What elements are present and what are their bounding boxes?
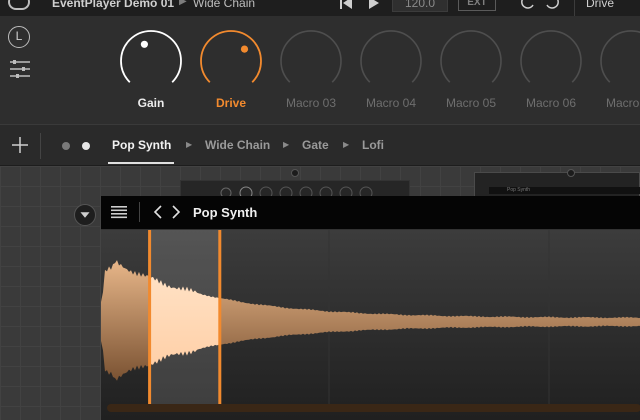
breadcrumb-chain[interactable]: Wide Chain xyxy=(193,0,255,10)
macro-knob-7[interactable]: Macro 07 xyxy=(598,30,640,114)
connector-node[interactable] xyxy=(290,168,300,178)
macro-knob-label: Macro 05 xyxy=(445,96,497,110)
mode-icon[interactable]: L xyxy=(8,26,30,48)
chain-bar: Pop Synth ▶ Wide Chain ▶ Gate ▶ Lofi xyxy=(0,124,640,166)
project-title[interactable]: EventPlayer Demo 01 xyxy=(52,0,174,10)
breadcrumb-arrow-icon: ▶ xyxy=(179,0,187,7)
selected-param-label[interactable]: Drive xyxy=(586,0,614,10)
macro-knob-label: Macro 07 xyxy=(605,96,640,110)
add-device-icon[interactable] xyxy=(10,135,30,155)
chain-item-pop-synth[interactable]: Pop Synth xyxy=(112,138,171,152)
macro-knob-4[interactable]: Macro 04 xyxy=(358,30,424,114)
ext-sync-button[interactable]: EXT xyxy=(458,0,496,11)
macro-knob-label: Macro 06 xyxy=(525,96,577,110)
app-window: EventPlayer Demo 01 ▶ Wide Chain 120.0 E… xyxy=(0,0,640,420)
chevron-left-icon[interactable] xyxy=(153,204,163,220)
sliders-icon[interactable] xyxy=(8,58,32,80)
macro-knob-3[interactable]: Macro 03 xyxy=(278,30,344,114)
header-divider xyxy=(139,202,140,222)
connector-node[interactable] xyxy=(566,168,576,178)
ghost-window-title: Pop Synth xyxy=(507,187,531,193)
logo-icon xyxy=(8,0,30,10)
chain-divider xyxy=(40,133,41,159)
macro-knob-label: Macro 04 xyxy=(365,96,417,110)
chain-item-wide-chain[interactable]: Wide Chain xyxy=(205,138,270,152)
redo-icon[interactable] xyxy=(544,0,560,10)
macro-knob-2[interactable]: Drive xyxy=(198,30,264,114)
device-title: Pop Synth xyxy=(193,205,258,220)
tempo-field[interactable]: 120.0 xyxy=(392,0,448,12)
chain-arrow-icon: ▶ xyxy=(283,140,290,149)
macro-knob-5[interactable]: Macro 05 xyxy=(438,30,504,114)
menu-icon[interactable] xyxy=(111,205,127,219)
device-header: Pop Synth xyxy=(101,196,640,230)
chevron-right-icon[interactable] xyxy=(171,204,181,220)
macro-knob-label: Drive xyxy=(215,96,247,110)
selection-start-handle[interactable] xyxy=(148,230,152,410)
undo-icon[interactable] xyxy=(520,0,536,10)
collapse-icon[interactable] xyxy=(74,204,96,226)
chain-item-lofi[interactable]: Lofi xyxy=(362,138,384,152)
selection-end-handle[interactable] xyxy=(218,230,222,410)
skip-back-icon[interactable] xyxy=(340,0,352,10)
chain-selected-underline xyxy=(108,162,174,164)
device-panel: Pop Synth xyxy=(100,196,640,420)
top-bar: EventPlayer Demo 01 ▶ Wide Chain 120.0 E… xyxy=(0,0,640,16)
horizontal-scrollbar[interactable] xyxy=(107,404,640,412)
macro-knob-label: Gain xyxy=(137,96,165,110)
chain-dot-inactive[interactable] xyxy=(62,142,70,150)
macro-knob-1[interactable]: Gain xyxy=(118,30,184,114)
macro-bar: L Gain Drive Macro 03 Macro 04 Macro 05 Macro… xyxy=(0,16,640,124)
macro-knob-6[interactable]: Macro 06 xyxy=(518,30,584,114)
chain-arrow-icon: ▶ xyxy=(186,140,193,149)
top-divider xyxy=(574,0,575,16)
play-icon[interactable] xyxy=(368,0,380,10)
chain-dot-active[interactable] xyxy=(82,142,90,150)
waveform-display[interactable] xyxy=(101,230,640,420)
chain-arrow-icon: ▶ xyxy=(343,140,350,149)
waveform-svg xyxy=(101,230,640,410)
macro-knob-label: Macro 03 xyxy=(285,96,337,110)
chain-item-gate[interactable]: Gate xyxy=(302,138,329,152)
